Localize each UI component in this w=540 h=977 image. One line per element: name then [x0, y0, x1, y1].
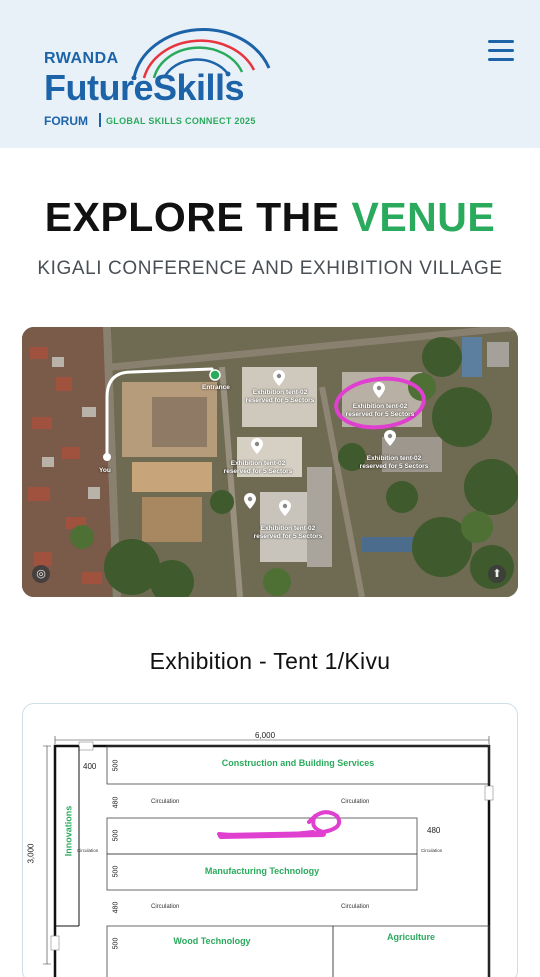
hamburger-menu-icon[interactable]: [488, 40, 514, 62]
plan-dim-500: 500: [112, 829, 120, 842]
plan-zone-innovations[interactable]: Innovations: [63, 806, 73, 857]
map-pin-icon[interactable]: [273, 370, 285, 386]
plan-zone-agriculture[interactable]: Agriculture: [333, 932, 489, 942]
logo-futureskills-text: FutureSkills: [44, 67, 245, 108]
plan-circulation: Circulation: [77, 848, 99, 853]
site-header: RWANDA FutureSkills FORUM GLOBAL SKILLS …: [0, 0, 540, 148]
settings-icon[interactable]: ◎: [32, 565, 50, 583]
plan-circulation: Circulation: [151, 799, 180, 805]
venue-map[interactable]: Entrance You Exhibition tent-02 reserved…: [22, 327, 518, 597]
plan-circulation: Circulation: [341, 904, 370, 910]
plan-zone-construction[interactable]: Construction and Building Services: [107, 758, 489, 768]
logo-forum-text: FORUM: [44, 114, 88, 128]
plan-dim-480: 480: [112, 901, 120, 914]
map-pin-icon[interactable]: [279, 500, 291, 516]
site-logo[interactable]: RWANDA FutureSkills FORUM GLOBAL SKILLS …: [44, 20, 284, 132]
map-label-tent: Exhibition tent-02 reserved for 5 Sector…: [359, 455, 429, 470]
map-label-tent: Exhibition tent-02 reserved for 5 Sector…: [253, 525, 323, 540]
plan-dim-400: 400: [83, 762, 97, 771]
plan-dim-480: 480: [112, 796, 120, 809]
plan-circulation: Circulation: [341, 799, 370, 805]
map-label-tent: Exhibition tent-02 reserved for 5 Sector…: [223, 460, 293, 475]
map-pin-icon[interactable]: [251, 438, 263, 454]
compass-icon[interactable]: ⬆: [488, 565, 506, 583]
page-title-accent: VENUE: [351, 194, 496, 240]
map-label-tent: Exhibition tent-02 reserved for 5 Sector…: [345, 403, 415, 418]
map-label-tent: Exhibition tent-02 reserved for 5 Sector…: [245, 389, 315, 404]
page-title: EXPLORE THE VENUE: [0, 194, 540, 241]
map-pin-icon[interactable]: [244, 493, 256, 509]
page-subtitle: KIGALI CONFERENCE AND EXHIBITION VILLAGE: [37, 258, 503, 279]
map-label-you: You: [99, 467, 111, 474]
logo-tagline: GLOBAL SKILLS CONNECT 2025: [106, 116, 256, 126]
map-pin-icon[interactable]: [384, 430, 396, 446]
plan-circulation: Circulation: [421, 848, 443, 853]
tent-heading: Exhibition - Tent 1/Kivu: [149, 648, 391, 674]
plan-dim-height: 3,000: [26, 843, 36, 864]
plan-dim-width: 6,000: [255, 731, 276, 740]
page-title-part1: EXPLORE THE: [44, 194, 352, 240]
logo-separator: [99, 113, 101, 127]
plan-dim-480: 480: [427, 826, 441, 835]
floor-plan[interactable]: 6,000 3,000 400 480 500 480 500 500 480 …: [22, 703, 518, 977]
plan-circulation: Circulation: [151, 904, 180, 910]
plan-zone-wood[interactable]: Wood Technology: [107, 936, 317, 946]
map-pin-icon[interactable]: [373, 382, 385, 398]
map-label-entrance: Entrance: [202, 384, 230, 391]
plan-zone-manufacturing[interactable]: Manufacturing Technology: [107, 866, 417, 876]
